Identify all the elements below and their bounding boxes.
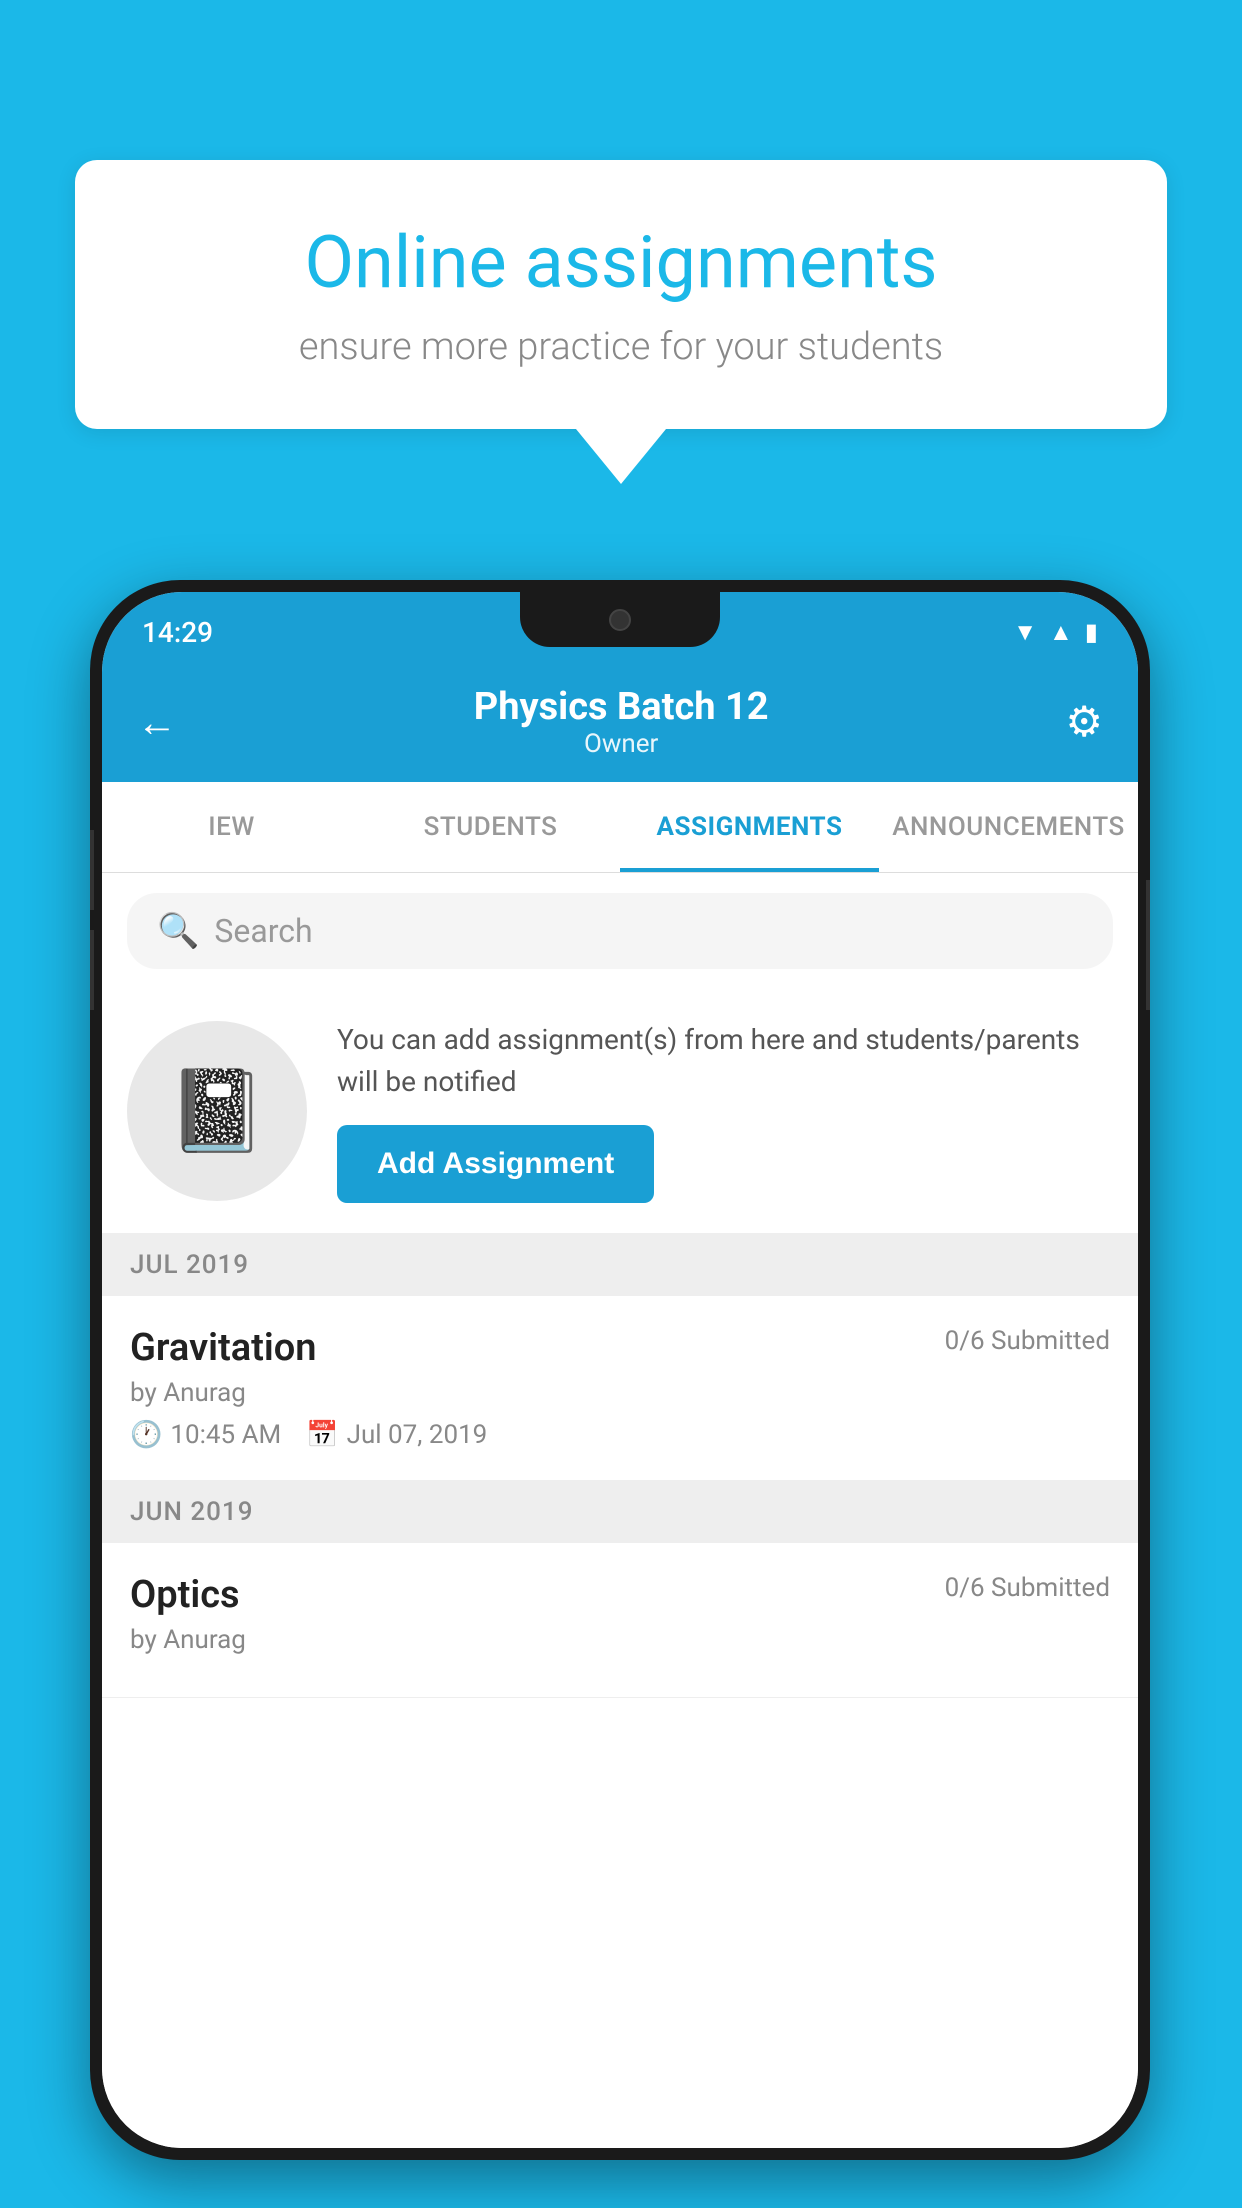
tab-assignments[interactable]: ASSIGNMENTS [620,782,879,872]
phone-frame: 14:29 ▼ ▲ ▮ ← Physics Batch 12 Owner ⚙ I… [90,580,1150,2160]
submitted-badge-gravitation: 0/6 Submitted [945,1326,1110,1356]
assignment-meta-gravitation: 🕐 10:45 AM 📅 Jul 07, 2019 [130,1420,1110,1450]
app-header: ← Physics Batch 12 Owner ⚙ [102,662,1138,782]
assignment-description: You can add assignment(s) from here and … [337,1019,1113,1103]
search-bar[interactable]: 🔍 Search [127,893,1113,969]
notch [520,592,720,647]
assignment-item-header: Gravitation 0/6 Submitted [130,1326,1110,1370]
meta-time-gravitation: 🕐 10:45 AM [130,1420,281,1450]
assignment-time-gravitation: 10:45 AM [170,1420,281,1450]
calendar-icon: 📅 [306,1420,338,1450]
assignment-by-gravitation: by Anurag [130,1378,1110,1408]
assignment-text-area: You can add assignment(s) from here and … [337,1019,1113,1203]
back-button[interactable]: ← [137,699,177,746]
status-icons: ▼ ▲ ▮ [1013,618,1098,647]
assignment-name-optics: Optics [130,1573,240,1617]
submitted-badge-optics: 0/6 Submitted [945,1573,1110,1603]
assignment-item-gravitation[interactable]: Gravitation 0/6 Submitted by Anurag 🕐 10… [102,1296,1138,1481]
side-button-vol-down [90,930,94,1010]
status-time: 14:29 [142,616,213,649]
assignment-item-header-optics: Optics 0/6 Submitted [130,1573,1110,1617]
search-container: 🔍 Search [102,873,1138,989]
assignment-by-optics: by Anurag [130,1625,1110,1655]
signal-icon: ▲ [1049,618,1073,647]
assignment-date-gravitation: Jul 07, 2019 [347,1420,488,1450]
content-area: 🔍 Search 📓 You can add assignment(s) fro… [102,873,1138,2148]
phone-inner: 14:29 ▼ ▲ ▮ ← Physics Batch 12 Owner ⚙ I… [102,592,1138,2148]
tabs-container: IEW STUDENTS ASSIGNMENTS ANNOUNCEMENTS [102,782,1138,873]
search-icon: 🔍 [157,911,199,951]
header-center: Physics Batch 12 Owner [474,685,769,759]
add-assignment-button[interactable]: Add Assignment [337,1125,654,1203]
side-button-vol-up [90,830,94,910]
search-placeholder: Search [214,912,312,950]
clock-icon: 🕐 [130,1420,162,1450]
add-assignment-section: 📓 You can add assignment(s) from here an… [102,989,1138,1234]
tab-announcements[interactable]: ANNOUNCEMENTS [879,782,1138,872]
speech-bubble-subtitle: ensure more practice for your students [145,325,1097,369]
notebook-icon: 📓 [167,1064,267,1158]
header-subtitle: Owner [474,729,769,759]
tab-iew[interactable]: IEW [102,782,361,872]
tab-students[interactable]: STUDENTS [361,782,620,872]
speech-bubble-title: Online assignments [145,220,1097,305]
assignment-name-gravitation: Gravitation [130,1326,317,1370]
month-header-jul-2019: JUL 2019 [102,1234,1138,1296]
month-header-jun-2019: JUN 2019 [102,1481,1138,1543]
wifi-icon: ▼ [1013,618,1037,647]
assignment-item-optics[interactable]: Optics 0/6 Submitted by Anurag [102,1543,1138,1698]
side-button-power [1146,880,1150,1010]
meta-date-gravitation: 📅 Jul 07, 2019 [306,1420,487,1450]
speech-bubble-container: Online assignments ensure more practice … [75,160,1167,484]
battery-icon: ▮ [1085,618,1098,646]
header-title: Physics Batch 12 [474,685,769,729]
assignment-icon-circle: 📓 [127,1021,307,1201]
phone-screen: 14:29 ▼ ▲ ▮ ← Physics Batch 12 Owner ⚙ I… [102,592,1138,2148]
speech-bubble-arrow [576,429,666,484]
settings-icon[interactable]: ⚙ [1065,697,1103,747]
camera [609,609,631,631]
speech-bubble: Online assignments ensure more practice … [75,160,1167,429]
